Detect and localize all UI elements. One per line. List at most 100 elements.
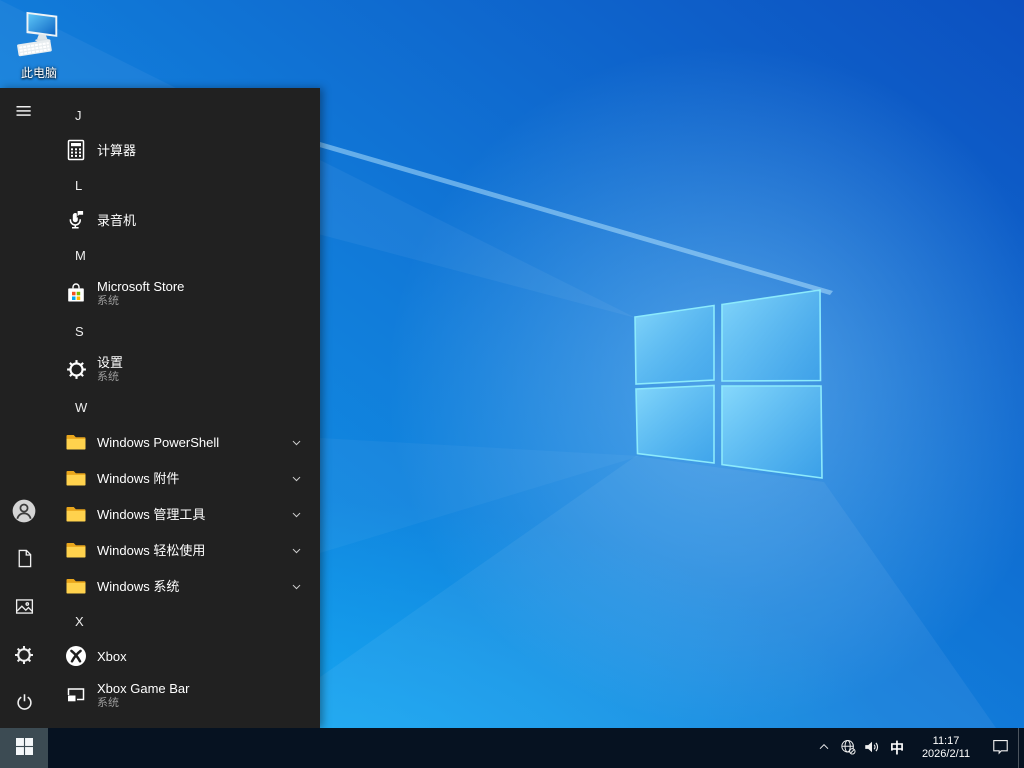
app-texts: 设置 系统 xyxy=(97,355,320,384)
app-label: Windows 附件 xyxy=(97,470,180,486)
start-menu-folder[interactable]: Windows 附件 xyxy=(48,460,320,496)
app-sublabel: 系统 xyxy=(97,294,119,307)
rail-menu-button[interactable] xyxy=(0,88,48,136)
start-menu-folder[interactable]: Windows 轻松使用 xyxy=(48,532,320,568)
app-label: Windows 系统 xyxy=(97,578,180,594)
chevron-down-icon[interactable] xyxy=(288,542,305,559)
start-menu-item[interactable]: Xbox Game Bar 系统 xyxy=(48,674,320,716)
show-desktop-button[interactable] xyxy=(1018,728,1024,768)
xbox-icon xyxy=(64,644,88,668)
app-label: 设置 xyxy=(97,354,124,370)
gear-icon xyxy=(13,644,35,669)
start-menu-folder[interactable]: Windows PowerShell xyxy=(48,424,320,460)
app-texts: Windows 附件 xyxy=(97,471,288,486)
rail-pictures-button[interactable] xyxy=(0,584,48,632)
section-header[interactable]: W xyxy=(48,390,320,424)
section-header[interactable]: X xyxy=(48,604,320,638)
rail-settings-button[interactable] xyxy=(0,632,48,680)
taskbar: 中 11:17 2026/2/11 xyxy=(0,728,1024,768)
app-label: Xbox xyxy=(97,648,127,664)
start-button[interactable] xyxy=(0,728,48,768)
chevron-down-icon[interactable] xyxy=(288,578,305,595)
rail-power-button[interactable] xyxy=(0,680,48,728)
app-texts: Windows 轻松使用 xyxy=(97,543,288,558)
app-label: Windows PowerShell xyxy=(97,434,220,450)
app-texts: Xbox Game Bar 系统 xyxy=(97,681,320,710)
start-menu-item[interactable]: 设置 系统 xyxy=(48,348,320,390)
folder-icon xyxy=(64,430,88,454)
start-menu-item[interactable]: 计算器 xyxy=(48,132,320,168)
clock-time: 11:17 xyxy=(932,735,960,747)
user-icon xyxy=(11,498,37,527)
power-icon xyxy=(14,692,35,716)
folder-icon xyxy=(64,502,88,526)
app-label: Microsoft Store xyxy=(97,278,185,294)
desktop-icon-this-pc[interactable]: 此电脑 xyxy=(8,10,70,80)
folder-icon xyxy=(64,466,88,490)
start-menu-item[interactable]: Microsoft Store 系统 xyxy=(48,272,320,314)
action-center-button[interactable] xyxy=(982,728,1018,768)
rail-user-button[interactable] xyxy=(0,488,48,536)
chevron-down-icon[interactable] xyxy=(288,506,305,523)
start-menu-folder[interactable]: Windows 管理工具 xyxy=(48,496,320,532)
ime-indicator[interactable]: 中 xyxy=(884,728,910,768)
rail-spacer xyxy=(0,136,48,488)
rail-documents-button[interactable] xyxy=(0,536,48,584)
taskbar-empty-area[interactable] xyxy=(48,728,812,768)
app-label: Xbox Game Bar xyxy=(97,680,190,696)
hamburger-icon xyxy=(14,101,34,124)
section-header[interactable]: L xyxy=(48,168,320,202)
app-texts: 录音机 xyxy=(97,213,320,228)
app-label: 录音机 xyxy=(97,212,137,228)
system-tray: 中 11:17 2026/2/11 xyxy=(812,728,1024,768)
app-texts: Xbox xyxy=(97,649,320,664)
section-letter: L xyxy=(75,177,83,193)
section-header[interactable]: J xyxy=(48,98,320,132)
section-letter: J xyxy=(75,107,82,123)
app-sublabel: 系统 xyxy=(97,370,119,383)
chevron-down-icon[interactable] xyxy=(288,434,305,451)
settings-icon xyxy=(64,357,88,381)
app-label: 计算器 xyxy=(97,142,137,158)
folder-icon xyxy=(64,538,88,562)
start-menu-item[interactable]: Xbox xyxy=(48,638,320,674)
desktop-icon-label: 此电脑 xyxy=(20,66,57,80)
this-pc-icon xyxy=(17,11,58,57)
document-icon xyxy=(14,548,35,572)
xbox-gamebar-icon xyxy=(64,683,88,707)
volume-button[interactable] xyxy=(860,728,884,768)
app-label: Windows 轻松使用 xyxy=(97,542,206,558)
app-texts: Windows 管理工具 xyxy=(97,507,288,522)
network-button[interactable] xyxy=(836,728,860,768)
calculator-icon xyxy=(64,138,88,162)
section-header[interactable]: Z xyxy=(48,716,320,729)
pictures-icon xyxy=(14,596,35,620)
store-icon xyxy=(64,281,88,305)
voice-recorder-icon xyxy=(64,208,88,232)
taskbar-clock[interactable]: 11:17 2026/2/11 xyxy=(910,728,982,768)
app-label: Windows 管理工具 xyxy=(97,506,206,522)
section-letter: W xyxy=(75,399,88,415)
start-menu-folder[interactable]: Windows 系统 xyxy=(48,568,320,604)
section-letter: X xyxy=(75,613,84,629)
chevron-up-icon xyxy=(816,739,832,758)
section-header[interactable]: M xyxy=(48,238,320,272)
globe-no-internet-icon xyxy=(839,738,857,759)
app-texts: Microsoft Store 系统 xyxy=(97,279,320,308)
speaker-icon xyxy=(863,738,881,759)
folder-icon xyxy=(64,574,88,598)
section-header[interactable]: S xyxy=(48,314,320,348)
chevron-down-icon[interactable] xyxy=(288,470,305,487)
notification-icon xyxy=(991,737,1010,759)
show-hidden-icons-button[interactable] xyxy=(812,728,836,768)
clock-date: 2026/2/11 xyxy=(921,748,971,760)
start-menu: J 计算器 L 录音机 M Microsoft Store 系统 S 设置 系统 W Windows … xyxy=(0,88,320,728)
start-menu-item[interactable]: 录音机 xyxy=(48,202,320,238)
app-texts: Windows 系统 xyxy=(97,579,288,594)
windows-logo-icon xyxy=(15,738,33,758)
start-menu-app-list: J 计算器 L 录音机 M Microsoft Store 系统 S 设置 系统 W Windows … xyxy=(48,88,320,728)
app-texts: Windows PowerShell xyxy=(97,435,288,450)
app-texts: 计算器 xyxy=(97,143,320,158)
app-sublabel: 系统 xyxy=(97,696,119,709)
start-menu-rail xyxy=(0,88,48,728)
